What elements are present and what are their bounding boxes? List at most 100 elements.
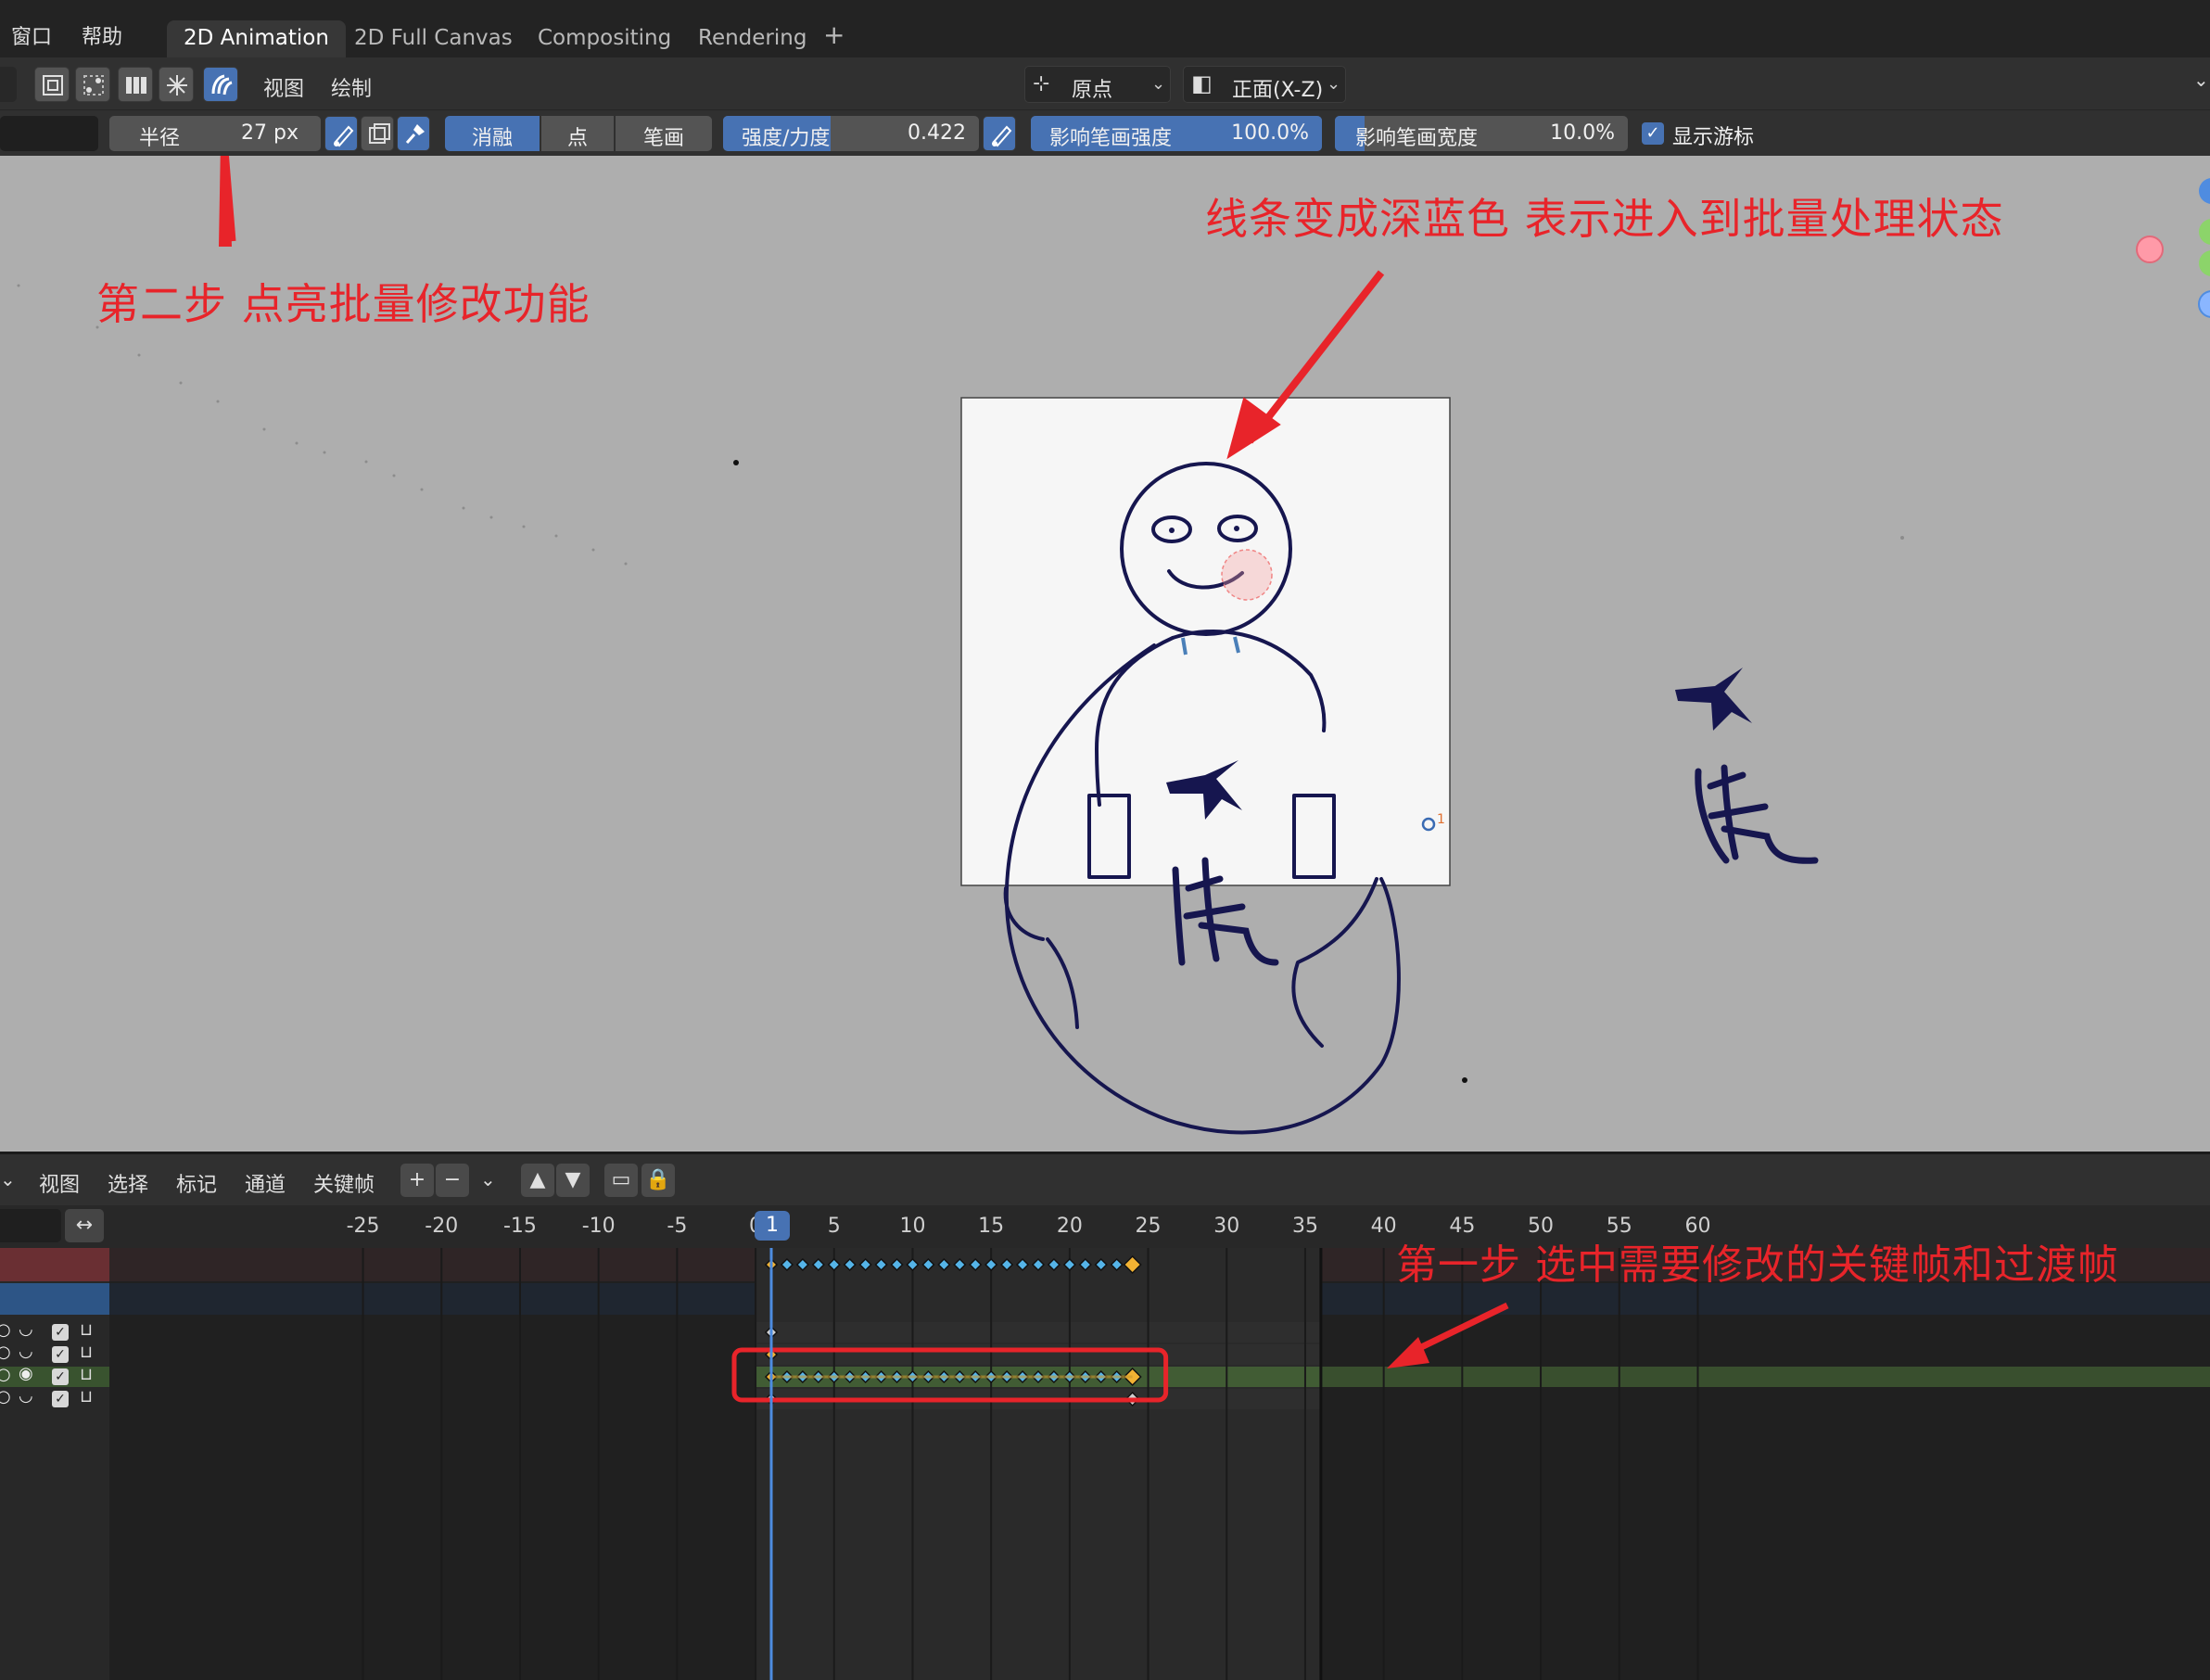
- onion-skin-icon[interactable]: ○: [0, 1343, 11, 1362]
- timeline-options-chevron-icon[interactable]: ⌄: [480, 1168, 496, 1190]
- left-pupil: [1169, 528, 1175, 533]
- select-mode-icon-button[interactable]: [34, 67, 70, 102]
- tab-2d-animation[interactable]: 2D Animation: [167, 20, 346, 57]
- add-workspace-button[interactable]: +: [823, 22, 845, 48]
- lock-open-icon[interactable]: ⊔: [80, 1365, 93, 1384]
- menu-window[interactable]: 窗口: [11, 20, 52, 50]
- mode-dropdown[interactable]: [0, 67, 17, 102]
- left-arm-stroke[interactable]: [1046, 937, 1079, 1029]
- tab-2d-full-canvas[interactable]: 2D Full Canvas: [337, 20, 529, 57]
- swap-icon-button[interactable]: ↔: [65, 1209, 104, 1242]
- channel-object-row[interactable]: [0, 1283, 109, 1315]
- right-arm-stroke[interactable]: [1291, 877, 1378, 1048]
- 3d-viewport[interactable]: 1 第二步 点亮批量修改功能 线条变成深蓝色 表示进入到批量处理状态: [0, 156, 2210, 1152]
- mode-point-button[interactable]: 点: [541, 116, 614, 151]
- move-layer-up-icon-button[interactable]: ▲: [521, 1164, 554, 1197]
- header-draw-menu[interactable]: 绘制: [331, 72, 372, 102]
- lock-open-icon[interactable]: ⊔: [80, 1387, 93, 1406]
- layer-checkbox[interactable]: ✓: [52, 1324, 69, 1341]
- affect-strength-label: 影响笔画强度: [1049, 127, 1173, 150]
- active-layer-track-extent: [1320, 1367, 2210, 1387]
- lock-icon-button[interactable]: 🔒: [641, 1164, 675, 1197]
- layer-channel-row[interactable]: ○ ◡ ✓ ⊔: [0, 1319, 109, 1343]
- layer-checkbox[interactable]: ✓: [52, 1391, 69, 1407]
- pressure-radius-icon-button[interactable]: [324, 116, 358, 151]
- affect-width-slider[interactable]: 影响笔画宽度 10.0%: [1335, 116, 1628, 151]
- onion-skin-icon[interactable]: ○: [0, 1320, 11, 1340]
- layer-checkbox[interactable]: ✓: [52, 1346, 69, 1363]
- left-hand-stroke[interactable]: [1003, 886, 1045, 941]
- menu-help[interactable]: 帮助: [82, 20, 122, 50]
- remove-keyframe-icon-button[interactable]: −: [436, 1164, 469, 1197]
- brush-name-field[interactable]: [0, 116, 98, 151]
- onion-skin-icon[interactable]: ○: [0, 1387, 11, 1406]
- annotation-step-two: 第二步 点亮批量修改功能: [96, 279, 591, 329]
- pressure-strength-icon-button[interactable]: [983, 116, 1016, 151]
- eye-closed-icon[interactable]: ◡: [19, 1342, 33, 1361]
- ruler-tick-label: 20: [1056, 1215, 1083, 1238]
- affect-strength-slider[interactable]: 影响笔画强度 100.0%: [1031, 116, 1322, 151]
- lock-open-icon[interactable]: ⊔: [80, 1320, 93, 1340]
- viewport-header: 视图 绘制 ⊹ 原点 ⌄ ◧ 正面(X-Z) ⌄ ⌄: [0, 57, 2210, 109]
- select-points-icon-button[interactable]: [75, 67, 110, 102]
- mode-dissolve-button[interactable]: 消融: [445, 116, 540, 151]
- strength-slider[interactable]: 强度/力度 0.422: [723, 116, 979, 151]
- falloff-icon-button[interactable]: [361, 116, 394, 151]
- add-keyframe-icon-button[interactable]: +: [400, 1164, 434, 1197]
- ruler-tick-label: 25: [1135, 1215, 1162, 1238]
- origin-icon: ⊹: [1033, 72, 1050, 95]
- header-overflow-chevron-icon[interactable]: ⌄: [2193, 69, 2209, 91]
- gizmo-neg-z-icon[interactable]: [2198, 290, 2210, 318]
- origin-dropdown[interactable]: ⊹ 原点 ⌄: [1024, 66, 1171, 103]
- tab-rendering[interactable]: Rendering: [681, 20, 823, 57]
- ruler-tick-label: 15: [978, 1215, 1005, 1238]
- gizmo-z-icon[interactable]: [2199, 178, 2210, 204]
- layer-track[interactable]: [756, 1322, 1321, 1343]
- pin-icon-button[interactable]: [397, 116, 430, 151]
- outside-star-glyph[interactable]: [1675, 668, 1752, 731]
- gizmo-neg-x-icon[interactable]: [2136, 235, 2164, 263]
- multiframe-edit-icon-button[interactable]: [203, 67, 238, 102]
- ruler-tick-label: 30: [1213, 1215, 1240, 1238]
- eye-icon[interactable]: ◉: [19, 1364, 33, 1383]
- show-cursor-checkbox[interactable]: ✓: [1642, 122, 1664, 145]
- timeline-menu-select[interactable]: 选择: [108, 1168, 148, 1198]
- timeline-menu-keyframe[interactable]: 关键帧: [313, 1168, 375, 1198]
- layer-track[interactable]: [756, 1344, 1321, 1365]
- chevron-down-icon: ⌄: [1151, 74, 1166, 94]
- layer-marker-text: 1: [1437, 812, 1445, 827]
- keyframe-area[interactable]: [109, 1248, 2210, 1680]
- mode-stroke-button[interactable]: 笔画: [616, 116, 712, 151]
- layer-channel-row[interactable]: ○ ◡ ✓ ⊔: [0, 1342, 109, 1365]
- tab-compositing[interactable]: Compositing: [521, 20, 688, 57]
- step-two-arrow-icon: [219, 156, 232, 247]
- radius-field[interactable]: 半径 27 px: [109, 116, 321, 151]
- outside-char-glyph[interactable]: [1695, 764, 1819, 864]
- header-view-menu[interactable]: 视图: [263, 72, 304, 102]
- timeline-menu-view[interactable]: 视图: [39, 1168, 80, 1198]
- timeline-menu-channel[interactable]: 通道: [245, 1168, 286, 1198]
- channel-summary-row[interactable]: [0, 1248, 109, 1281]
- display-icon-button[interactable]: ▭: [604, 1164, 638, 1197]
- gizmo-y-icon[interactable]: [2199, 219, 2210, 245]
- move-layer-down-icon-button[interactable]: ▼: [556, 1164, 590, 1197]
- view-plane-dropdown[interactable]: ◧ 正面(X-Z) ⌄: [1183, 66, 1346, 103]
- layer-channel-row[interactable]: ○ ◉ ✓ ⊔: [0, 1364, 109, 1387]
- eye-closed-icon[interactable]: ◡: [19, 1319, 33, 1339]
- timeline-editor-chevron-icon[interactable]: ⌄: [0, 1168, 16, 1190]
- current-frame-indicator[interactable]: 1: [755, 1211, 790, 1241]
- timeline-menu-marker[interactable]: 标记: [176, 1168, 217, 1198]
- lock-open-icon[interactable]: ⊔: [80, 1343, 93, 1362]
- eye-closed-icon[interactable]: ◡: [19, 1386, 33, 1406]
- channel-search-field[interactable]: [0, 1209, 61, 1242]
- view-plane-icon: ◧: [1191, 70, 1213, 96]
- layer-checkbox[interactable]: ✓: [52, 1368, 69, 1385]
- snowflake-icon-button[interactable]: [159, 67, 194, 102]
- layer-channel-row[interactable]: ○ ◡ ✓ ⊔: [0, 1386, 109, 1409]
- gizmo-y-neg-icon[interactable]: [2199, 250, 2210, 276]
- dopesheet-tracks[interactable]: [109, 1248, 2210, 1680]
- multiframe-icon-button[interactable]: [118, 67, 153, 102]
- annotation-step-one: 第一步 选中需要修改的关键帧和过渡帧: [1396, 1241, 2119, 1289]
- onion-skin-icon[interactable]: ○: [0, 1365, 11, 1384]
- stray-point: [1462, 1077, 1467, 1083]
